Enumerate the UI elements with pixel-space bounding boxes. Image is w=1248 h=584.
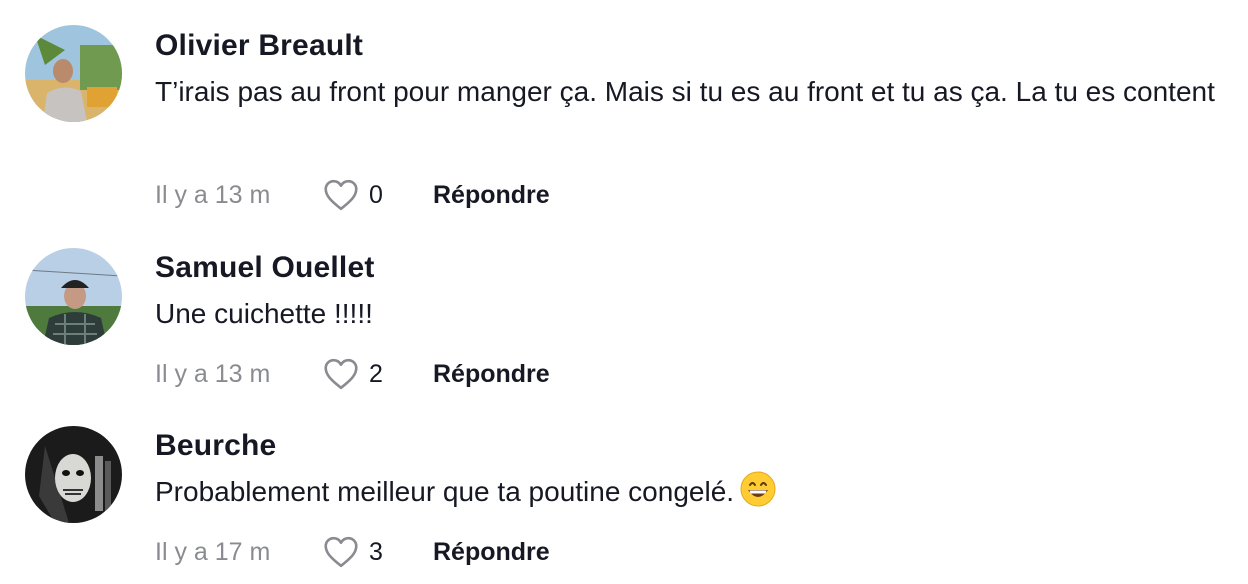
avatar[interactable]	[25, 248, 122, 345]
comment-meta: Il y a 13 m 0 Répondre	[155, 175, 550, 215]
reply-button[interactable]: Répondre	[433, 181, 550, 210]
comment-username[interactable]: Olivier Breault	[155, 28, 1228, 64]
avatar[interactable]	[25, 25, 122, 122]
heart-outline-icon	[324, 358, 358, 390]
heart-outline-icon	[324, 179, 358, 211]
comment-username[interactable]: Beurche	[155, 428, 1228, 464]
avatar-photo-cap	[25, 248, 122, 345]
comment-text: Probablement meilleur que ta poutine con…	[155, 470, 1228, 514]
like-count: 3	[369, 537, 383, 566]
comment-username[interactable]: Samuel Ouellet	[155, 250, 1228, 286]
comment-meta: Il y a 17 m 3 Répondre	[155, 532, 550, 572]
comment-timestamp: Il y a 13 m	[155, 359, 271, 388]
avatar-photo-mask	[25, 426, 122, 523]
like-count: 0	[369, 180, 383, 209]
like-count: 2	[369, 359, 383, 388]
comment-body: Beurche Probablement meilleur que ta pou…	[155, 428, 1228, 568]
avatar[interactable]	[25, 426, 122, 523]
like-button[interactable]: 0	[323, 179, 433, 211]
reply-button[interactable]: Répondre	[433, 360, 550, 389]
comment-timestamp: Il y a 13 m	[155, 180, 271, 209]
grinning-face-emoji	[740, 471, 776, 507]
comment-meta: Il y a 13 m 2 Répondre	[155, 354, 550, 394]
like-button[interactable]: 3	[323, 536, 433, 568]
comment-body: Samuel Ouellet Une cuichette !!!!! Il y …	[155, 250, 1228, 390]
comment-text: T’irais pas au front pour manger ça. Mai…	[155, 76, 1215, 107]
heart-outline-icon	[324, 536, 358, 568]
reply-button[interactable]: Répondre	[433, 538, 550, 567]
comment-timestamp: Il y a 17 m	[155, 537, 271, 566]
avatar-photo-outdoor	[25, 25, 122, 122]
comment-text-content: Probablement meilleur que ta poutine con…	[155, 476, 735, 507]
like-button[interactable]: 2	[323, 358, 433, 390]
comment-text: Une cuichette !!!!!	[155, 298, 373, 329]
comment-body: Olivier Breault T’irais pas au front pou…	[155, 28, 1228, 211]
